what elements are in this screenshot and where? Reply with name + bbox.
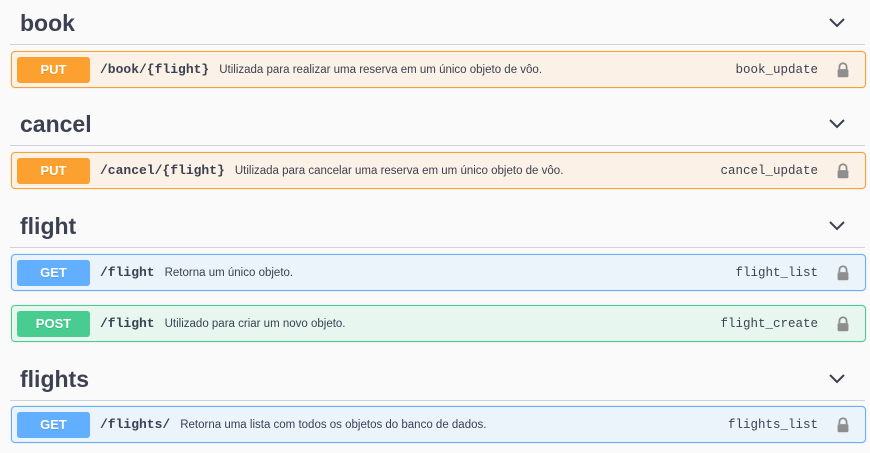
- chevron-down-icon[interactable]: [825, 366, 849, 390]
- tag-title: flights: [20, 365, 89, 392]
- chevron-down-icon[interactable]: [825, 10, 849, 34]
- tag-title: flight: [20, 212, 77, 239]
- endpoint-summary: Retorna uma lista com todos os objetos d…: [180, 418, 487, 431]
- operation-id: flights_list: [727, 417, 818, 432]
- operation-id: cancel_update: [720, 163, 818, 178]
- lock-icon[interactable]: [834, 264, 852, 282]
- lock-icon[interactable]: [834, 61, 852, 79]
- chevron-down-icon[interactable]: [825, 213, 849, 237]
- endpoint-summary: Utilizada para realizar uma reserva em u…: [219, 63, 543, 76]
- operation-id: book_update: [735, 62, 818, 77]
- operation-put-cancel[interactable]: PUT /cancel/{flight} Utilizada para canc…: [11, 152, 866, 189]
- operation-get-flights[interactable]: GET /flights/ Retorna uma lista com todo…: [11, 406, 866, 443]
- tag-title: cancel: [20, 110, 92, 137]
- method-badge: GET: [17, 411, 90, 438]
- tag-header-cancel[interactable]: cancel: [10, 101, 865, 146]
- endpoint-summary: Retorna um único objeto.: [164, 266, 294, 279]
- operation-post-flight[interactable]: POST /flight Utilizado para criar um nov…: [11, 305, 866, 342]
- chevron-down-icon[interactable]: [825, 111, 849, 135]
- endpoint-path: /cancel/{flight}: [100, 163, 225, 178]
- method-badge: PUT: [17, 56, 90, 83]
- method-badge: GET: [17, 259, 90, 286]
- lock-icon[interactable]: [834, 315, 852, 333]
- endpoint-path: /flights/: [100, 417, 171, 432]
- endpoint-path: /flight: [100, 316, 155, 331]
- method-badge: POST: [17, 310, 90, 337]
- lock-icon[interactable]: [834, 162, 852, 180]
- endpoint-summary: Utilizado para criar um novo objeto.: [164, 317, 346, 330]
- lock-icon[interactable]: [834, 416, 852, 434]
- operation-put-book[interactable]: PUT /book/{flight} Utilizada para realiz…: [11, 51, 866, 88]
- method-badge: PUT: [17, 157, 90, 184]
- tag-header-book[interactable]: book: [10, 0, 865, 45]
- operation-get-flight[interactable]: GET /flight Retorna um único objeto. fli…: [11, 254, 866, 291]
- tag-header-flight[interactable]: flight: [10, 203, 865, 248]
- operation-id: flight_create: [720, 316, 818, 331]
- endpoint-summary: Utilizada para cancelar uma reserva em u…: [234, 164, 564, 177]
- tag-header-flights[interactable]: flights: [10, 356, 865, 401]
- endpoint-path: /flight: [100, 265, 155, 280]
- tag-title: book: [20, 9, 75, 36]
- operation-id: flight_list: [735, 265, 818, 280]
- endpoint-path: /book/{flight}: [100, 62, 210, 77]
